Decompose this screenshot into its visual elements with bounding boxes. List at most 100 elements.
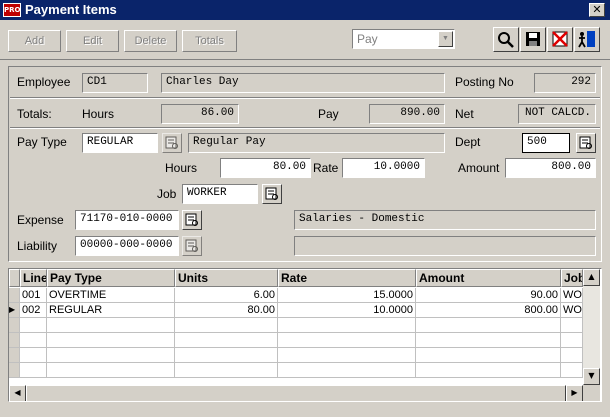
empty-grid-cell[interactable] bbox=[278, 333, 416, 348]
vertical-scrollbar[interactable]: ▲ ▼ bbox=[583, 269, 600, 385]
empty-grid-cell[interactable] bbox=[47, 333, 175, 348]
horizontal-scroll-thumb[interactable] bbox=[26, 385, 566, 401]
empty-grid-cell[interactable] bbox=[20, 363, 47, 378]
delete-button[interactable]: Delete bbox=[124, 30, 177, 52]
type-select-value: Pay bbox=[357, 32, 378, 46]
exit-button[interactable] bbox=[574, 27, 600, 52]
empty-grid-cell[interactable] bbox=[20, 348, 47, 363]
lookup-icon bbox=[165, 136, 178, 149]
search-button[interactable] bbox=[493, 27, 519, 52]
empty-grid-cell[interactable] bbox=[175, 363, 278, 378]
pay-type-field[interactable]: REGULAR bbox=[82, 133, 158, 153]
scroll-left-button[interactable]: ◀ bbox=[9, 385, 26, 401]
empty-grid-cell[interactable] bbox=[47, 348, 175, 363]
save-icon bbox=[526, 32, 540, 46]
empty-grid-cell[interactable] bbox=[561, 333, 583, 348]
chevron-down-icon[interactable]: ▼ bbox=[438, 31, 453, 47]
scroll-right-button[interactable]: ▶ bbox=[566, 385, 583, 401]
grid-cell-units[interactable]: 80.00 bbox=[175, 303, 278, 318]
payment-items-grid[interactable]: Line Pay Type Units Rate Amount Job 001 … bbox=[8, 268, 602, 402]
exit-icon bbox=[578, 31, 595, 48]
job-field[interactable]: WORKER bbox=[182, 184, 258, 204]
save-button[interactable] bbox=[520, 27, 546, 52]
rate-field[interactable]: 10.0000 bbox=[342, 158, 425, 178]
scroll-up-button[interactable]: ▲ bbox=[583, 269, 600, 286]
horizontal-scrollbar[interactable]: ◀ ▶ bbox=[9, 385, 583, 401]
column-header-units[interactable]: Units bbox=[175, 269, 278, 287]
job-lookup-button[interactable] bbox=[262, 184, 282, 204]
grid-cell-amount[interactable]: 800.00 bbox=[416, 303, 561, 318]
totals-button[interactable]: Totals bbox=[182, 30, 237, 52]
posting-no-field: 292 bbox=[534, 73, 596, 93]
hours-field[interactable]: 80.00 bbox=[220, 158, 311, 178]
empty-grid-cell[interactable] bbox=[278, 363, 416, 378]
column-header-job[interactable]: Job bbox=[561, 269, 583, 287]
dept-label: Dept bbox=[455, 135, 481, 149]
employee-name-field: Charles Day bbox=[161, 73, 445, 93]
liability-lookup-button[interactable] bbox=[182, 236, 202, 256]
type-select[interactable]: Pay ▼ bbox=[352, 29, 455, 49]
expense-account-field[interactable]: 71170-010-0000 bbox=[75, 210, 179, 230]
edit-button[interactable]: Edit bbox=[66, 30, 119, 52]
empty-grid-cell[interactable] bbox=[561, 363, 583, 378]
expense-lookup-button[interactable] bbox=[182, 210, 202, 230]
lookup-icon bbox=[265, 187, 278, 200]
dept-field[interactable]: 500 bbox=[522, 133, 570, 153]
empty-grid-cell[interactable] bbox=[175, 318, 278, 333]
empty-grid-cell[interactable] bbox=[175, 333, 278, 348]
row-selector[interactable] bbox=[9, 333, 20, 348]
posting-label: Posting No bbox=[455, 75, 514, 89]
empty-grid-cell[interactable] bbox=[561, 318, 583, 333]
liability-account-field[interactable]: 00000-000-0000 bbox=[75, 236, 179, 256]
empty-grid-cell[interactable] bbox=[416, 333, 561, 348]
column-header-line[interactable]: Line bbox=[20, 269, 47, 287]
column-header-pay-type[interactable]: Pay Type bbox=[47, 269, 175, 287]
divider bbox=[10, 97, 600, 99]
grid-cell-amount[interactable]: 90.00 bbox=[416, 288, 561, 303]
liability-description bbox=[294, 236, 596, 256]
column-header-amount[interactable]: Amount bbox=[416, 269, 561, 287]
expense-label: Expense bbox=[17, 213, 64, 227]
grid-cell-rate[interactable]: 10.0000 bbox=[278, 303, 416, 318]
scroll-down-button[interactable]: ▼ bbox=[583, 368, 600, 385]
lookup-icon bbox=[579, 136, 592, 149]
row-selector[interactable] bbox=[9, 363, 20, 378]
employee-code-field: CD1 bbox=[82, 73, 148, 93]
empty-grid-cell[interactable] bbox=[47, 363, 175, 378]
empty-grid-cell[interactable] bbox=[416, 363, 561, 378]
row-selector[interactable] bbox=[9, 318, 20, 333]
grid-cell-rate[interactable]: 15.0000 bbox=[278, 288, 416, 303]
grid-cell-units[interactable]: 6.00 bbox=[175, 288, 278, 303]
lookup-icon bbox=[185, 239, 198, 252]
empty-grid-cell[interactable] bbox=[20, 318, 47, 333]
pay-type-description: Regular Pay bbox=[188, 133, 445, 153]
empty-grid-cell[interactable] bbox=[278, 348, 416, 363]
grid-cell-line[interactable]: 002 bbox=[20, 303, 47, 318]
grid-cell-pay-type[interactable]: REGULAR bbox=[47, 303, 175, 318]
empty-grid-cell[interactable] bbox=[278, 318, 416, 333]
dept-lookup-button[interactable] bbox=[576, 133, 596, 153]
pay-type-lookup-button[interactable] bbox=[162, 133, 182, 153]
grid-cell-pay-type[interactable]: OVERTIME bbox=[47, 288, 175, 303]
add-button[interactable]: Add bbox=[8, 30, 61, 52]
empty-grid-cell[interactable] bbox=[416, 348, 561, 363]
totals-label: Totals: bbox=[17, 107, 52, 121]
column-header-rate[interactable]: Rate bbox=[278, 269, 416, 287]
empty-grid-cell[interactable] bbox=[416, 318, 561, 333]
grid-cell-line[interactable]: 001 bbox=[20, 288, 47, 303]
row-selector[interactable] bbox=[9, 288, 20, 303]
empty-grid-cell[interactable] bbox=[561, 348, 583, 363]
close-button[interactable]: ✕ bbox=[589, 3, 605, 17]
search-icon bbox=[498, 32, 514, 48]
grid-cell-job[interactable]: WOR bbox=[561, 303, 583, 318]
empty-grid-cell[interactable] bbox=[47, 318, 175, 333]
current-row-indicator-icon[interactable]: ▶ bbox=[9, 303, 20, 318]
empty-grid-cell[interactable] bbox=[175, 348, 278, 363]
empty-grid-cell[interactable] bbox=[20, 333, 47, 348]
totals-hours-label: Hours bbox=[82, 107, 115, 121]
cancel-button[interactable] bbox=[547, 27, 573, 52]
window-title: Payment Items bbox=[25, 2, 117, 17]
row-selector[interactable] bbox=[9, 348, 20, 363]
grid-cell-job[interactable]: WOR bbox=[561, 288, 583, 303]
amount-field[interactable]: 800.00 bbox=[505, 158, 596, 178]
